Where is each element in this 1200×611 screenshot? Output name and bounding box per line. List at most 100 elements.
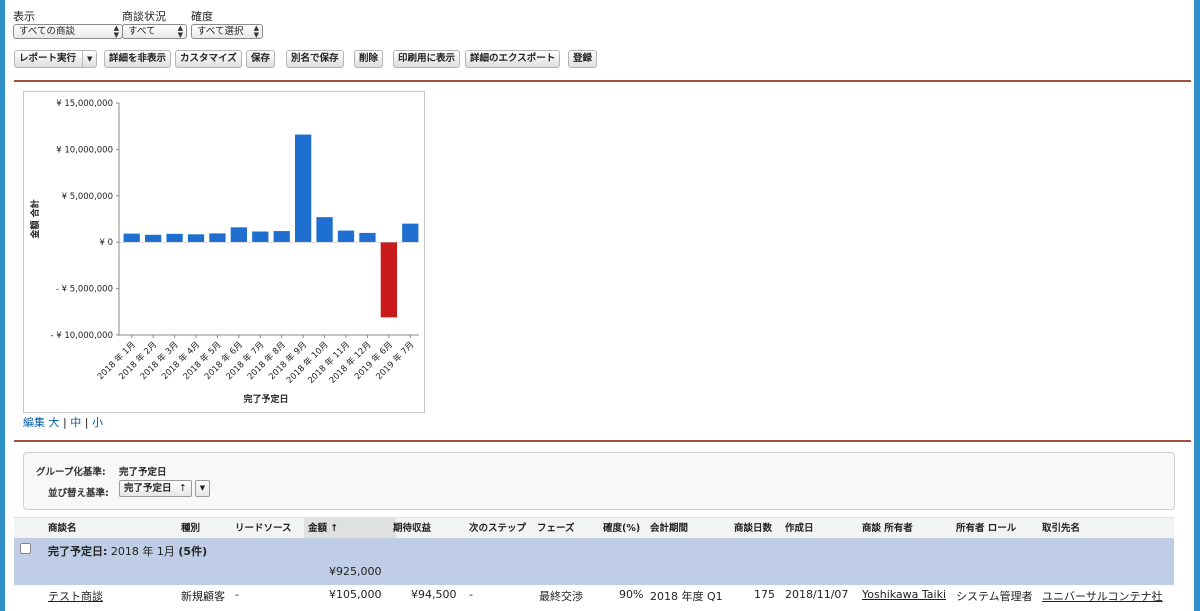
group-checkbox[interactable] <box>20 543 31 554</box>
column-header-expected-revenue[interactable]: 期待収益 <box>393 518 431 539</box>
group-by-label: グループ化基準: <box>36 467 106 478</box>
bar <box>252 231 269 243</box>
column-header-probability[interactable]: 確度(%) <box>603 518 640 539</box>
export-details-button[interactable]: 詳細のエクスポート <box>465 50 561 68</box>
y-tick-label: ¥ 5,000,000 <box>62 192 113 202</box>
save-button[interactable]: 保存 <box>246 50 276 68</box>
select-arrows-icon: ▲ ▼ <box>113 24 119 39</box>
filter-select-show-value: すべての商談 <box>19 26 75 37</box>
sort-asc-icon: ↑ <box>178 483 187 494</box>
report-page: 表示 商談状況 確度 すべての商談 ▲ ▼ すべて ▲ ▼ すべて選択 ▲ ▼ レポー… <box>5 0 1194 611</box>
cell-lead-source: - <box>235 588 239 601</box>
x-axis-title: 完了予定日 <box>243 393 288 405</box>
register-button[interactable]: 登録 <box>568 50 598 68</box>
filter-select-show[interactable]: すべての商談 ▲ ▼ <box>13 24 123 39</box>
column-header-next-step[interactable]: 次のステップ <box>469 518 526 539</box>
bar <box>187 234 205 243</box>
group-row: 完了予定日: 2018 年 1月 (5件) ¥925,000 <box>14 538 1174 585</box>
column-header-created[interactable]: 作成日 <box>785 518 814 539</box>
bar <box>337 230 355 243</box>
column-header-stage[interactable]: フェーズ <box>537 518 575 539</box>
bar <box>316 217 333 243</box>
link-separator: | <box>84 416 89 429</box>
cell-owner-role: システム管理者 <box>956 590 1033 603</box>
sort-by-label: 並び替え基準: <box>48 488 109 499</box>
group-value: 2018 年 1月 <box>110 545 175 558</box>
section-divider <box>14 80 1191 82</box>
sort-by-value: 完了予定日 <box>124 483 172 494</box>
column-header-lead-source[interactable]: リードソース <box>235 518 292 539</box>
cell-fiscal-period: 2018 年度 Q1 <box>650 590 723 603</box>
column-header-fiscal-period[interactable]: 会計期間 <box>650 518 688 539</box>
column-header-type[interactable]: 種別 <box>181 518 200 539</box>
link-separator: | <box>63 416 67 429</box>
chart-panel: ¥ 15,000,000 ¥ 10,000,000 ¥ 5,000,000 ¥ 0 - … <box>23 91 425 413</box>
bar <box>166 233 183 243</box>
account-link[interactable]: ユニバーサルコンテナ社 <box>1042 588 1163 604</box>
cell-next-step: - <box>469 588 473 601</box>
table-row: テスト商談 新規顧客 - ¥105,000 ¥94,500 - 最終交渉 90%… <box>14 585 1174 611</box>
filter-select-status[interactable]: すべて ▲ ▼ <box>122 24 187 39</box>
cell-type: 新規顧客 <box>181 590 225 603</box>
opportunity-name-link[interactable]: テスト商談 <box>48 588 103 604</box>
column-header-age[interactable]: 商談日数 <box>734 518 772 539</box>
filter-label-status: 商談状況 <box>122 10 166 23</box>
bar <box>359 232 376 243</box>
column-header-account[interactable]: 取引先名 <box>1042 518 1080 539</box>
filter-select-probability-value: すべて選択 <box>197 26 244 37</box>
section-divider <box>14 440 1191 442</box>
grouping-panel: グループ化基準: 完了予定日 並び替え基準: 完了予定日 ↑ ▼ <box>23 452 1175 510</box>
printable-view-button[interactable]: 印刷用に表示 <box>393 50 461 68</box>
run-report-button[interactable]: レポート実行 ▼ <box>14 50 98 68</box>
y-tick-label: ¥ 15,000,000 <box>56 99 113 109</box>
save-as-button[interactable]: 別名で保存 <box>286 50 344 68</box>
y-tick-label: - ¥ 10,000,000 <box>50 331 113 341</box>
owner-link[interactable]: Yoshikawa Taiki <box>862 588 946 601</box>
cell-expected-revenue: ¥94,500 <box>411 588 457 601</box>
y-tick-label: - ¥ 5,000,000 <box>56 285 113 295</box>
filter-label-show: 表示 <box>13 10 35 23</box>
dropdown-arrow-icon[interactable]: ▼ <box>82 51 92 67</box>
bar <box>380 242 397 318</box>
group-title: 完了予定日: 2018 年 1月 (5件) <box>48 543 207 559</box>
group-label: 完了予定日: <box>48 545 108 558</box>
bar <box>230 227 247 243</box>
bar <box>209 233 226 243</box>
chart-large-link[interactable]: 大 <box>49 416 60 429</box>
sort-dropdown-button[interactable]: ▼ <box>195 480 210 497</box>
group-count: (5件) <box>178 545 208 558</box>
cell-age: 175 <box>754 588 775 601</box>
column-header-owner[interactable]: 商談 所有者 <box>862 518 913 539</box>
bar <box>402 223 419 243</box>
select-arrows-icon: ▲ ▼ <box>253 24 259 39</box>
cell-probability: 90% <box>619 588 644 601</box>
bar <box>295 134 312 243</box>
chart-small-link[interactable]: 小 <box>92 416 103 429</box>
filter-select-status-value: すべて <box>128 26 156 37</box>
cell-amount: ¥105,000 <box>329 588 382 601</box>
hide-details-button[interactable]: 詳細を非表示 <box>104 50 172 68</box>
filter-label-probability: 確度 <box>191 10 213 23</box>
chart-size-links: 編集 大 | 中 | 小 <box>23 414 103 430</box>
filter-select-probability[interactable]: すべて選択 ▲ ▼ <box>191 24 263 39</box>
y-tick-label: ¥ 0 <box>99 238 113 248</box>
bar-chart: ¥ 15,000,000 ¥ 10,000,000 ¥ 5,000,000 ¥ 0 - … <box>29 99 419 405</box>
column-header-name[interactable]: 商談名 <box>48 518 77 539</box>
select-arrows-icon: ▲ ▼ <box>177 24 183 39</box>
chart-medium-link[interactable]: 中 <box>70 416 81 429</box>
table-header: 商談名 種別 リードソース 金額 ↑ 期待収益 次のステップ フェーズ 確度(%… <box>14 517 1174 540</box>
bar <box>145 234 162 243</box>
column-header-owner-role[interactable]: 所有者 ロール <box>956 518 1016 539</box>
cell-created: 2018/11/07 <box>785 588 849 601</box>
y-axis-title: 金額 合計 <box>29 199 41 239</box>
delete-button[interactable]: 削除 <box>354 50 384 68</box>
run-report-label: レポート実行 <box>19 53 77 64</box>
customize-button[interactable]: カスタマイズ <box>175 50 242 68</box>
chart-edit-link[interactable]: 編集 <box>23 416 45 429</box>
bar <box>273 231 290 243</box>
bar <box>123 233 140 243</box>
sort-by-select[interactable]: 完了予定日 ↑ <box>119 480 192 497</box>
y-tick-label: ¥ 10,000,000 <box>56 145 113 155</box>
column-header-amount[interactable]: 金額 ↑ <box>304 518 396 539</box>
group-by-value: 完了予定日 <box>119 467 167 478</box>
